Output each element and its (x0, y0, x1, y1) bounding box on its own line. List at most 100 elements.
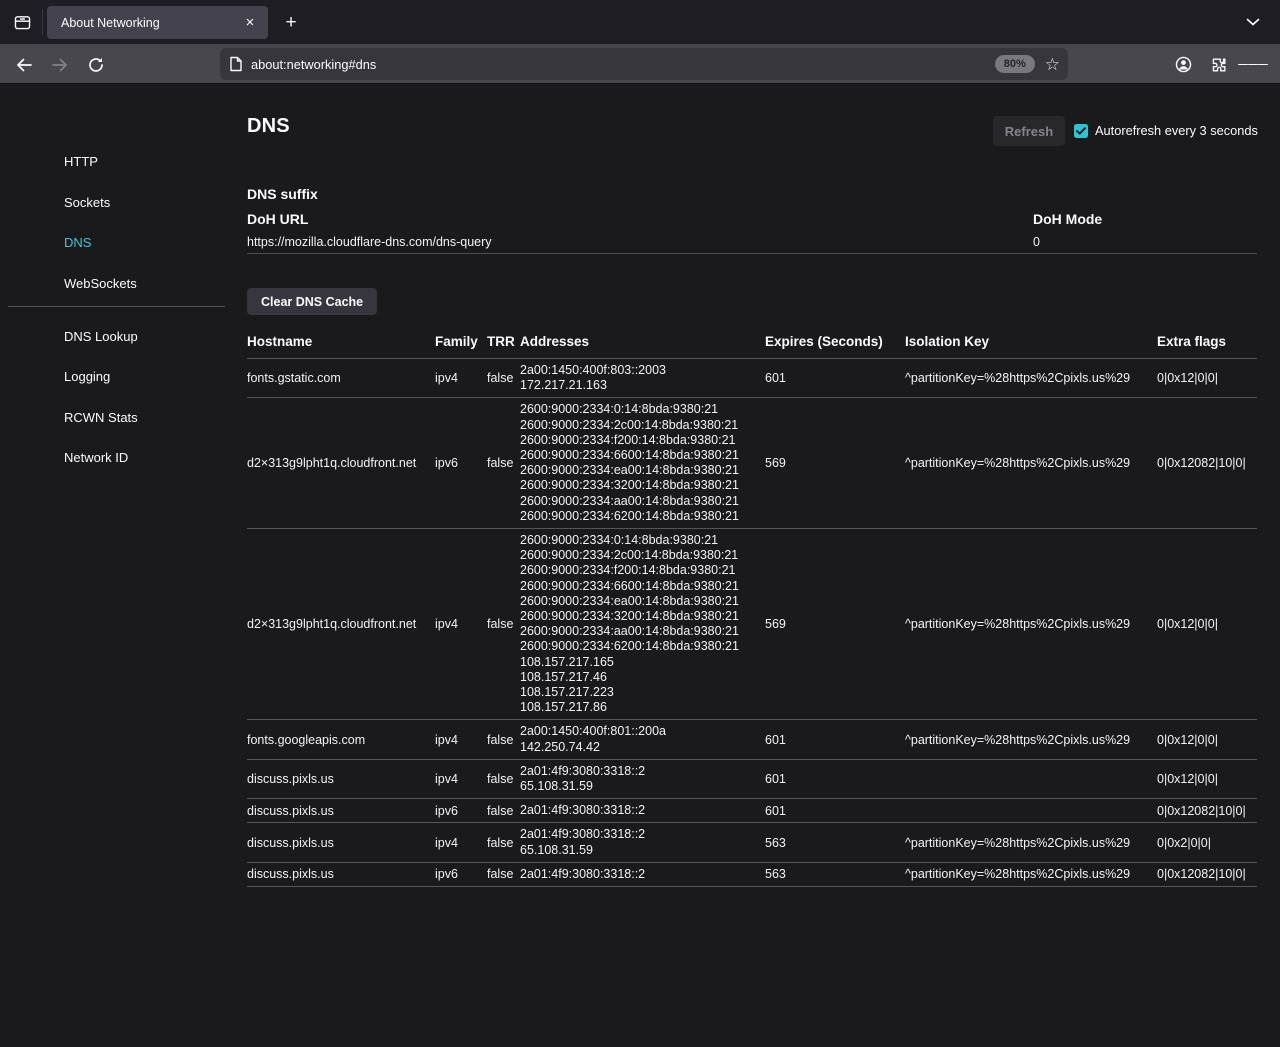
address-line: 2600:9000:2334:aa00:14:8bda:9380:21 (520, 624, 759, 639)
page-content: HTTP Sockets DNS WebSockets DNS Lookup Loggin… (0, 84, 1280, 1047)
cell-trr: false (487, 832, 520, 854)
menu-hamburger-icon[interactable] (1238, 51, 1268, 78)
clear-dns-cache-button[interactable]: Clear DNS Cache (247, 288, 377, 315)
tab-about-networking[interactable]: About Networking × (47, 6, 268, 39)
new-tab-button[interactable]: + (278, 10, 304, 36)
sidebar-item-http[interactable]: HTTP (64, 154, 98, 169)
address-line: 2a01:4f9:3080:3318::2 (520, 803, 759, 818)
forward-icon[interactable] (46, 52, 74, 78)
doh-mode-value: 0 (1033, 235, 1040, 249)
address-line: 2600:9000:2334:6600:14:8bda:9380:21 (520, 448, 759, 463)
cell-expires: 601 (765, 367, 905, 389)
cell-family: ipv6 (435, 452, 487, 474)
address-line: 108.157.217.223 (520, 685, 759, 700)
cell-family: ipv6 (435, 863, 487, 885)
cell-extra-flags: 0|0x12082|10|0| (1157, 800, 1257, 822)
cell-addresses: 2a01:4f9:3080:3318::265.108.31.59 (520, 823, 765, 861)
refresh-button[interactable]: Refresh (993, 116, 1065, 146)
sidebar-item-rcwn-stats[interactable]: RCWN Stats (64, 410, 138, 425)
bookmark-star-icon[interactable]: ☆ (1045, 56, 1060, 73)
extensions-puzzle-icon[interactable] (1204, 51, 1234, 78)
sidebar-item-network-id[interactable]: Network ID (64, 450, 128, 465)
autorefresh-checkbox[interactable] (1074, 124, 1088, 138)
cell-addresses: 2a01:4f9:3080:3318::2 (520, 799, 765, 822)
cell-trr: false (487, 452, 520, 474)
cell-addresses: 2600:9000:2334:0:14:8bda:9380:212600:900… (520, 398, 765, 528)
tab-close-icon[interactable]: × (240, 13, 260, 33)
cell-hostname: d2×313g9lpht1q.cloudfront.net (247, 452, 435, 474)
cell-expires: 569 (765, 452, 905, 474)
sidebar-item-dns-lookup[interactable]: DNS Lookup (64, 329, 138, 344)
cell-extra-flags: 0|0x12|0|0| (1157, 367, 1257, 389)
cell-addresses: 2a00:1450:400f:803::2003172.217.21.163 (520, 359, 765, 397)
cell-extra-flags: 0|0x2|0|0| (1157, 832, 1257, 854)
address-line: 2600:9000:2334:aa00:14:8bda:9380:21 (520, 494, 759, 509)
address-line: 2a01:4f9:3080:3318::2 (520, 867, 759, 882)
reload-icon[interactable] (82, 52, 110, 78)
sidebar-item-sockets[interactable]: Sockets (64, 195, 110, 210)
autorefresh-label: Autorefresh every 3 seconds (1095, 123, 1258, 138)
table-row: discuss.pixls.usipv4false2a01:4f9:3080:3… (247, 823, 1257, 862)
page-icon (229, 56, 243, 72)
cell-addresses: 2a01:4f9:3080:3318::2 (520, 863, 765, 886)
cell-hostname: discuss.pixls.us (247, 800, 435, 822)
page-title: DNS (247, 115, 290, 138)
sidebar-item-dns[interactable]: DNS (64, 235, 91, 250)
cell-hostname: discuss.pixls.us (247, 768, 435, 790)
sidebar-item-logging[interactable]: Logging (64, 369, 110, 384)
cell-hostname: discuss.pixls.us (247, 863, 435, 885)
address-line: 2a00:1450:400f:801::200a (520, 724, 759, 739)
zoom-level-badge[interactable]: 80% (995, 55, 1035, 73)
cell-isolation-key: ^partitionKey=%28https%2Cpixls.us%29 (905, 729, 1157, 751)
checkmark-icon (1076, 127, 1086, 135)
cell-addresses: 2600:9000:2334:0:14:8bda:9380:212600:900… (520, 529, 765, 719)
address-line: 2600:9000:2334:3200:14:8bda:9380:21 (520, 478, 759, 493)
cell-expires: 569 (765, 613, 905, 635)
list-all-tabs-chevron-down-icon[interactable] (1246, 11, 1270, 33)
cell-expires: 601 (765, 729, 905, 751)
cell-trr: false (487, 800, 520, 822)
address-line: 2600:9000:2334:3200:14:8bda:9380:21 (520, 609, 759, 624)
autorefresh-toggle[interactable]: Autorefresh every 3 seconds (1074, 123, 1258, 138)
table-row: fonts.gstatic.comipv4false2a00:1450:400f… (247, 359, 1257, 398)
cell-isolation-key: ^partitionKey=%28https%2Cpixls.us%29 (905, 367, 1157, 389)
doh-url-value: https://mozilla.cloudflare-dns.com/dns-q… (247, 235, 492, 249)
tab-separator (42, 9, 43, 35)
cell-family: ipv4 (435, 613, 487, 635)
address-line: 172.217.21.163 (520, 378, 759, 393)
address-line: 108.157.217.46 (520, 670, 759, 685)
cell-extra-flags: 0|0x12082|10|0| (1157, 452, 1257, 474)
column-header: Expires (Seconds) (765, 334, 905, 349)
address-line: 2a00:1450:400f:803::2003 (520, 363, 759, 378)
back-icon[interactable] (10, 52, 38, 78)
cell-expires: 601 (765, 800, 905, 822)
cell-hostname: discuss.pixls.us (247, 832, 435, 854)
address-line: 108.157.217.165 (520, 655, 759, 670)
column-header: Extra flags (1157, 334, 1257, 349)
address-line: 2600:9000:2334:f200:14:8bda:9380:21 (520, 433, 759, 448)
cell-addresses: 2a00:1450:400f:801::200a142.250.74.42 (520, 720, 765, 758)
table-row: discuss.pixls.usipv4false2a01:4f9:3080:3… (247, 760, 1257, 799)
cell-family: ipv4 (435, 729, 487, 751)
url-text: about:networking#dns (251, 57, 995, 72)
table-row: d2×313g9lpht1q.cloudfront.netipv4false26… (247, 529, 1257, 720)
address-line: 65.108.31.59 (520, 843, 759, 858)
account-icon[interactable] (1168, 51, 1198, 78)
firefox-view-icon[interactable] (6, 7, 38, 37)
address-line: 142.250.74.42 (520, 740, 759, 755)
cell-extra-flags: 0|0x12|0|0| (1157, 768, 1257, 790)
cell-hostname: fonts.gstatic.com (247, 367, 435, 389)
tab-title: About Networking (61, 16, 240, 30)
url-bar[interactable]: about:networking#dns 80% ☆ (220, 48, 1068, 80)
address-line: 2600:9000:2334:6200:14:8bda:9380:21 (520, 509, 759, 524)
section-divider (247, 253, 1257, 254)
sidebar-item-websockets[interactable]: WebSockets (64, 276, 137, 291)
table-row: d2×313g9lpht1q.cloudfront.netipv6false26… (247, 398, 1257, 529)
address-line: 2600:9000:2334:2c00:14:8bda:9380:21 (520, 548, 759, 563)
doh-url-heading: DoH URL (247, 211, 308, 227)
column-header: Isolation Key (905, 334, 1157, 349)
address-line: 2600:9000:2334:ea00:14:8bda:9380:21 (520, 463, 759, 478)
column-header: Addresses (520, 334, 765, 349)
cell-hostname: fonts.googleapis.com (247, 729, 435, 751)
dns-table: HostnameFamilyTRRAddressesExpires (Secon… (247, 334, 1257, 887)
